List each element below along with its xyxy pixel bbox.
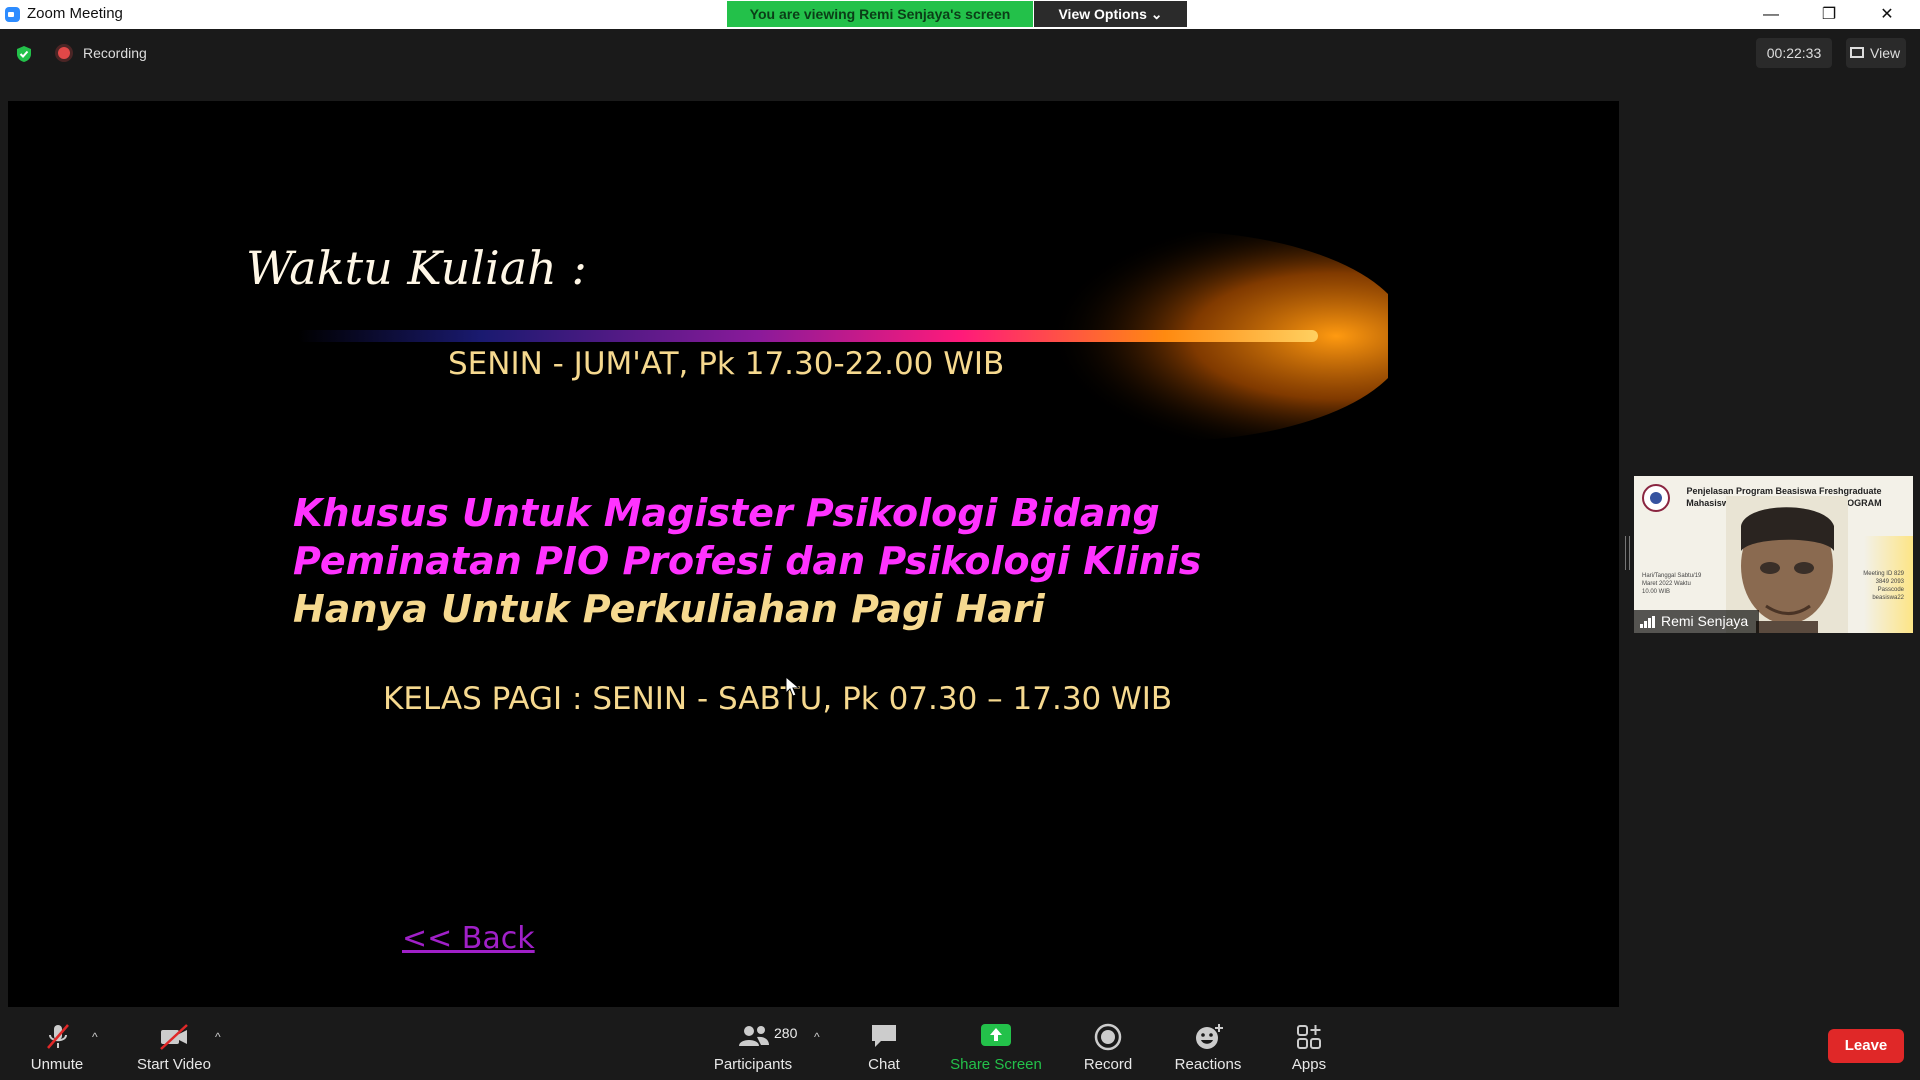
apps-icon xyxy=(1297,1025,1321,1049)
tile-slide-details-right: Meeting ID 829 3849 2093 Passcode beasis… xyxy=(1863,571,1904,601)
reactions-icon xyxy=(1196,1024,1223,1049)
apps-label: Apps xyxy=(1291,1056,1327,1073)
participant-name: Remi Senjaya xyxy=(1661,613,1749,629)
participant-name-bar: Remi Senjaya xyxy=(1634,610,1759,633)
slide-note-line-2: Peminatan PIO Profesi dan Psikologi Klin… xyxy=(293,539,1202,583)
slide-back-link[interactable]: << Back xyxy=(402,921,535,956)
restore-button[interactable]: ❐ xyxy=(1806,0,1852,29)
microphone-muted-icon xyxy=(47,1024,69,1049)
participants-label: Participants xyxy=(713,1056,793,1073)
meeting-timer: 00:22:33 xyxy=(1756,38,1832,68)
chat-label: Chat xyxy=(868,1056,900,1073)
share-screen-icon xyxy=(981,1024,1011,1046)
viewing-screen-banner: You are viewing Remi Senjaya's screen xyxy=(727,1,1033,27)
panel-resize-handle[interactable] xyxy=(1625,536,1630,570)
slide-morning-schedule: KELAS PAGI : SENIN - SABTU, Pk 07.30 – 1… xyxy=(383,681,1173,717)
chat-button[interactable]: Chat xyxy=(858,1008,910,1080)
unmute-button[interactable]: Unmute xyxy=(20,1008,94,1080)
meeting-toolbar: Unmute ^ Start Video ^ Participants 280 … xyxy=(0,1008,1920,1080)
close-button[interactable]: ✕ xyxy=(1864,0,1910,29)
participant-video-tile[interactable]: Penjelasan Program Beasiswa Freshgraduat… xyxy=(1634,476,1913,633)
signal-strength-icon xyxy=(1640,616,1656,628)
view-options-button[interactable]: View Options ⌄ xyxy=(1034,1,1187,27)
view-options-label: View Options xyxy=(1058,6,1147,22)
security-shield-icon[interactable] xyxy=(16,45,32,63)
participants-icon xyxy=(739,1026,769,1046)
grid-view-icon xyxy=(1850,47,1864,58)
video-off-icon xyxy=(160,1024,188,1050)
tile-slide-details-left: Hari/Tanggal Sabtu/19 Maret 2022 Waktu 1… xyxy=(1642,573,1702,595)
audio-options-caret[interactable]: ^ xyxy=(92,1030,98,1044)
minimize-button[interactable]: — xyxy=(1748,0,1794,29)
chevron-down-icon: ⌄ xyxy=(1150,6,1163,22)
recording-dot-icon[interactable] xyxy=(58,47,70,59)
zoom-logo-icon xyxy=(5,7,20,22)
slide-note-line-1: Khusus Untuk Magister Psikologi Bidang xyxy=(293,491,1160,535)
participants-button[interactable]: Participants xyxy=(705,1008,801,1080)
participants-options-caret[interactable]: ^ xyxy=(814,1030,820,1044)
mouse-cursor-icon xyxy=(785,676,801,697)
chat-icon xyxy=(872,1025,896,1047)
recording-label: Recording xyxy=(83,45,147,61)
apps-button[interactable]: Apps xyxy=(1284,1008,1334,1080)
participant-count: 280 xyxy=(774,1025,798,1041)
unmute-label: Unmute xyxy=(30,1056,84,1073)
slide-note-line-3: Hanya Untuk Perkuliahan Pagi Hari xyxy=(293,587,1045,631)
slide-evening-schedule: SENIN - JUM'AT, Pk 17.30-22.00 WIB xyxy=(448,346,1005,382)
slide-title: Waktu Kuliah : xyxy=(246,241,587,295)
window-title: Zoom Meeting xyxy=(27,5,123,22)
share-screen-button[interactable]: Share Screen xyxy=(948,1008,1044,1080)
reactions-button[interactable]: Reactions xyxy=(1170,1008,1246,1080)
view-button-label: View xyxy=(1870,45,1901,61)
shared-screen[interactable]: Waktu Kuliah : SENIN - JUM'AT, Pk 17.30-… xyxy=(8,101,1619,1007)
view-button[interactable]: View xyxy=(1846,38,1906,68)
start-video-button[interactable]: Start Video xyxy=(130,1008,218,1080)
record-button[interactable]: Record xyxy=(1080,1008,1136,1080)
record-icon xyxy=(1094,1023,1122,1051)
university-logo-icon xyxy=(1642,484,1670,512)
share-screen-label: Share Screen xyxy=(950,1056,1042,1073)
record-label: Record xyxy=(1083,1056,1133,1073)
video-options-caret[interactable]: ^ xyxy=(215,1030,221,1044)
reactions-label: Reactions xyxy=(1174,1056,1242,1073)
window-title-bar: Zoom Meeting You are viewing Remi Senjay… xyxy=(0,0,1920,29)
leave-button[interactable]: Leave xyxy=(1828,1029,1904,1063)
start-video-label: Start Video xyxy=(137,1056,211,1073)
